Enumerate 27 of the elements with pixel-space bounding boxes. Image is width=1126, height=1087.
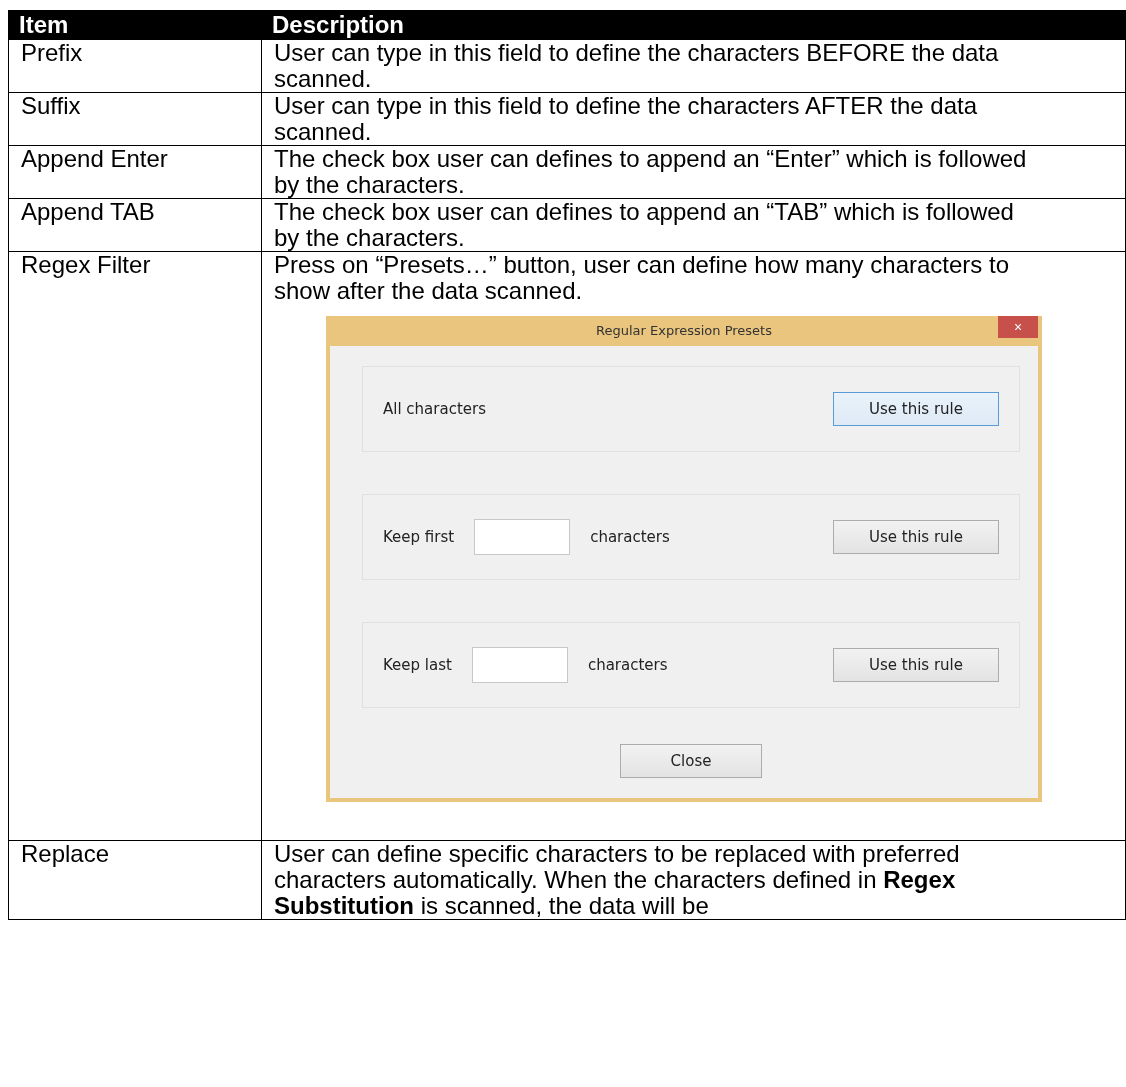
item-name: Prefix	[21, 39, 83, 66]
item-name: Replace	[21, 840, 110, 867]
close-button[interactable]: ×	[998, 316, 1038, 338]
rule-label: Keep first	[383, 527, 455, 548]
rule-label: All characters	[383, 399, 486, 420]
count-field[interactable]	[474, 519, 571, 555]
use-rule-button[interactable]: Use this rule	[833, 520, 999, 554]
item-description: Press on “Presets…” button, user can define how many characters to show after the data scanned.	[274, 252, 1010, 304]
use-rule-button[interactable]: Use this rule	[833, 648, 999, 682]
item-description: The check box user can defines to append an “TAB” which is followed by the characters.	[274, 199, 1015, 251]
rule-unit: characters	[590, 527, 670, 548]
item-description: The check box user can defines to append an “Enter” which is followed by the characters.	[274, 146, 1028, 198]
use-rule-button[interactable]: Use this rule	[833, 392, 999, 426]
count-field[interactable]	[471, 647, 568, 683]
rule-label: Keep last	[383, 655, 452, 676]
item-name: Append TAB	[21, 198, 155, 225]
item-description: User can type in this field to define the characters AFTER the data scanned.	[274, 93, 979, 145]
item-description: User can type in this field to define the characters BEFORE the data scanned.	[274, 40, 1000, 92]
item-name: Append Enter	[21, 145, 168, 172]
column-header: Item	[8, 10, 262, 40]
item-description: User can define specific characters to be replaced with preferred characters automatically. When the characters defined in Regex Substitution is scanned, the data will be	[274, 841, 961, 919]
rule-unit: characters	[587, 655, 668, 676]
close-dialog-button[interactable]: Close	[620, 744, 762, 778]
dialog-title: Regular Expression Presets	[596, 322, 772, 340]
item-name: Regex Filter	[21, 251, 151, 278]
item-name: Suffix	[21, 92, 81, 119]
column-header: Description	[261, 10, 1126, 40]
